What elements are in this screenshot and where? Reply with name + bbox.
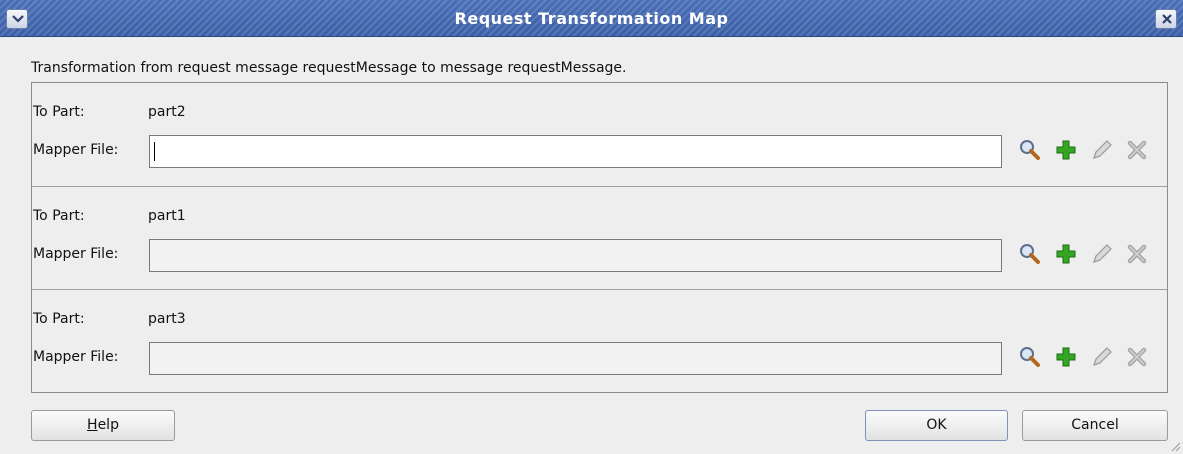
description-text: Transformation from request message requ… [31,60,627,76]
edit-icon[interactable] [1090,345,1114,369]
search-icon[interactable] [1018,138,1042,162]
parts-panel: To Part: part2 Mapper File: To Part: par… [31,82,1168,393]
part-row: To Part: part2 Mapper File: [32,83,1167,186]
delete-icon[interactable] [1125,345,1149,369]
edit-icon[interactable] [1090,242,1114,266]
mapper-file-label: Mapper File: [33,349,119,365]
close-button[interactable] [1155,9,1177,29]
to-part-value: part1 [148,208,186,224]
delete-icon[interactable] [1125,242,1149,266]
dialog-window: Request Transformation Map Transformatio… [0,0,1183,454]
text-caret [154,142,155,161]
help-button[interactable]: Help [31,410,175,441]
mapper-file-input[interactable] [149,342,1002,375]
to-part-label: To Part: [33,311,85,327]
edit-icon[interactable] [1090,138,1114,162]
add-icon[interactable] [1054,138,1078,162]
resize-grip-icon[interactable] [1169,440,1181,452]
mapper-file-input[interactable] [149,239,1002,272]
to-part-value: part3 [148,311,186,327]
search-icon[interactable] [1018,345,1042,369]
mapper-file-input[interactable] [149,135,1002,168]
to-part-value: part2 [148,104,186,120]
title-bar: Request Transformation Map [0,0,1183,37]
window-title: Request Transformation Map [454,9,729,28]
help-button-label: elp [97,417,119,433]
mapper-file-label: Mapper File: [33,246,119,262]
part-row: To Part: part3 Mapper File: [32,289,1167,392]
to-part-label: To Part: [33,208,85,224]
to-part-label: To Part: [33,104,85,120]
add-icon[interactable] [1054,242,1078,266]
help-mnemonic: H [87,417,98,433]
part-row: To Part: part1 Mapper File: [32,186,1167,289]
mapper-file-label: Mapper File: [33,142,119,158]
search-icon[interactable] [1018,242,1042,266]
add-icon[interactable] [1054,345,1078,369]
ok-button[interactable]: OK [865,410,1008,441]
close-icon [1162,14,1172,24]
cancel-button[interactable]: Cancel [1022,410,1168,441]
delete-icon[interactable] [1125,138,1149,162]
